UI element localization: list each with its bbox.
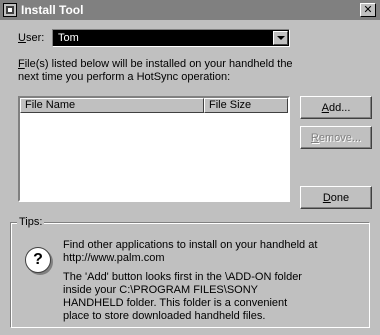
info-text: ile(s) listed below will be installed on…: [18, 58, 293, 83]
question-icon: ?: [25, 247, 51, 273]
window-title: Install Tool: [21, 3, 84, 17]
user-dropdown-value: Tom: [58, 32, 79, 44]
add-accel: A: [321, 101, 329, 114]
remove-accel: R: [310, 131, 319, 144]
user-label: User:: [18, 32, 44, 44]
dropdown-arrow-icon[interactable]: [273, 31, 288, 45]
app-icon[interactable]: [3, 3, 17, 17]
remove-button[interactable]: Remove...: [300, 126, 372, 149]
done-accel: D: [322, 191, 331, 204]
file-list-header: File Name File Size: [20, 98, 288, 113]
done-label: one: [330, 191, 350, 204]
user-label-accel: U: [18, 32, 26, 44]
done-button[interactable]: Done: [300, 186, 372, 209]
tips-legend: Tips:: [17, 216, 45, 228]
add-label: dd...: [328, 101, 351, 114]
tip-find-apps: Find other applications to install on yo…: [63, 239, 318, 264]
title-bar[interactable]: Install Tool ✕: [0, 0, 380, 20]
close-icon[interactable]: ✕: [360, 3, 376, 17]
add-button[interactable]: Add...: [300, 96, 372, 119]
column-header-file-name[interactable]: File Name: [20, 98, 204, 113]
user-dropdown[interactable]: Tom: [52, 29, 290, 47]
tip-add-folder: The 'Add' button looks first in the \ADD…: [63, 271, 302, 322]
info-accel: F: [18, 58, 25, 70]
tips-group: Tips: ? Find other applications to insta…: [10, 216, 370, 328]
install-info-text: File(s) listed below will be installed o…: [18, 58, 298, 84]
column-header-file-size[interactable]: File Size: [204, 98, 288, 113]
install-tool-window: Install Tool ✕ User: Tom File(s) listed …: [0, 0, 380, 335]
user-label-text: ser:: [25, 32, 45, 44]
remove-label: emove...: [318, 131, 362, 144]
file-list[interactable]: File Name File Size: [18, 96, 290, 202]
